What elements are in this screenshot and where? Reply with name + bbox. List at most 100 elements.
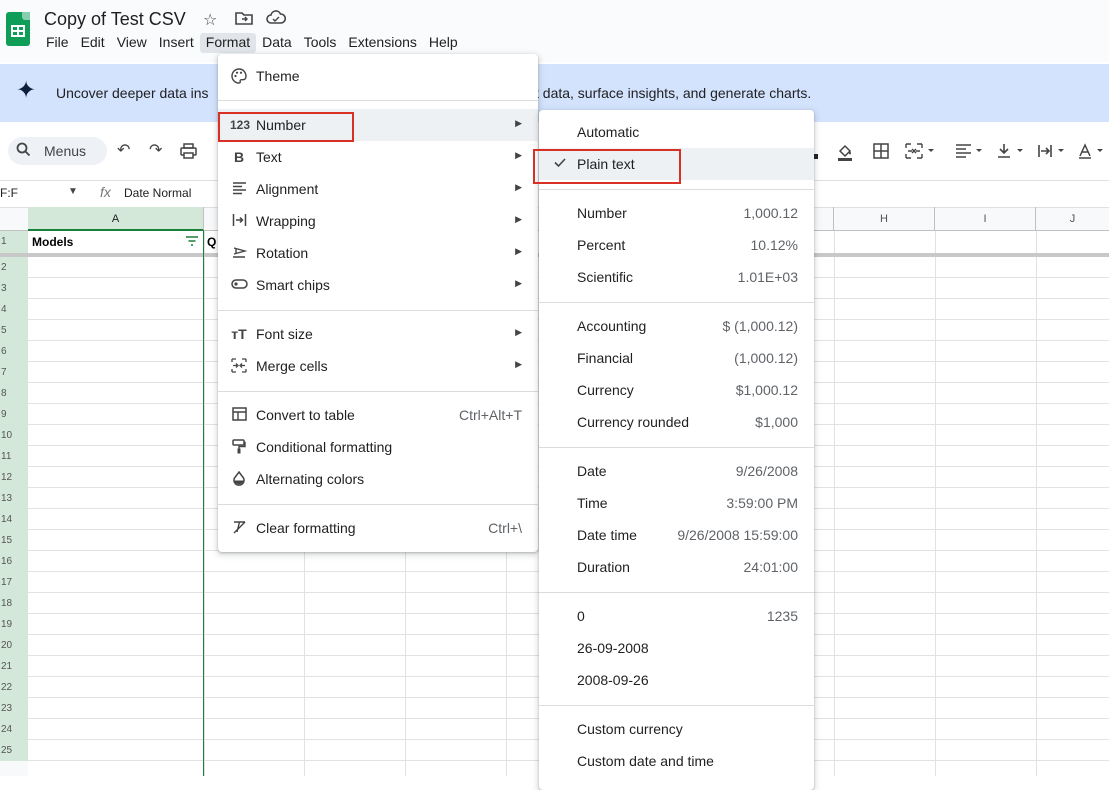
row-header[interactable]: 17 bbox=[0, 572, 28, 593]
menu-data[interactable]: Data bbox=[256, 33, 298, 53]
number-format-duration[interactable]: Duration 24:01:00 bbox=[539, 551, 814, 583]
redo-icon[interactable]: ↷ bbox=[149, 143, 162, 159]
cell-a1[interactable]: Models bbox=[32, 235, 73, 249]
row-header[interactable]: 21 bbox=[0, 656, 28, 677]
row-header[interactable]: 12 bbox=[0, 467, 28, 488]
number-format-custom-currency[interactable]: Custom currency bbox=[539, 713, 814, 745]
number-format-custom-dd-mm-yyyy[interactable]: 26-09-2008 bbox=[539, 632, 814, 664]
menu-help[interactable]: Help bbox=[423, 33, 464, 53]
row-header[interactable]: 5 bbox=[0, 320, 28, 341]
smart-chip-icon bbox=[230, 277, 248, 294]
format-menu-font-size[interactable]: ᴛT Font size ▶ bbox=[218, 318, 538, 350]
row-header[interactable]: 8 bbox=[0, 383, 28, 404]
print-icon[interactable] bbox=[180, 143, 197, 163]
number-format-scientific[interactable]: Scientific 1.01E+03 bbox=[539, 261, 814, 293]
paint-roller-icon bbox=[230, 439, 248, 457]
menu-view[interactable]: View bbox=[111, 33, 153, 53]
sheets-logo-icon[interactable] bbox=[6, 12, 30, 46]
submenu-arrow-icon: ▶ bbox=[515, 118, 522, 128]
separator bbox=[218, 310, 538, 311]
clear-format-icon bbox=[230, 520, 248, 537]
format-menu-rotation[interactable]: Rotation ▶ bbox=[218, 237, 538, 269]
borders-icon[interactable] bbox=[873, 143, 889, 163]
vertical-align-icon[interactable] bbox=[996, 143, 1026, 163]
row-header[interactable]: 22 bbox=[0, 677, 28, 698]
row-header[interactable]: 23 bbox=[0, 698, 28, 719]
format-menu-merge-cells[interactable]: Merge cells ▶ bbox=[218, 350, 538, 382]
number-format-currency[interactable]: Currency $1,000.12 bbox=[539, 374, 814, 406]
menu-extensions[interactable]: Extensions bbox=[342, 33, 422, 53]
row-header[interactable]: 24 bbox=[0, 719, 28, 740]
row-header[interactable]: 10 bbox=[0, 425, 28, 446]
name-box-dropdown-icon[interactable]: ▼ bbox=[68, 186, 78, 197]
row-header[interactable]: 19 bbox=[0, 614, 28, 635]
row-header[interactable]: 18 bbox=[0, 593, 28, 614]
row-header[interactable]: 1 bbox=[0, 231, 28, 253]
number-format-automatic[interactable]: Automatic bbox=[539, 116, 814, 148]
menu-tools[interactable]: Tools bbox=[298, 33, 343, 53]
number-format-custom-yyyy-mm-dd[interactable]: 2008-09-26 bbox=[539, 664, 814, 696]
format-menu-smart-chips[interactable]: Smart chips ▶ bbox=[218, 269, 538, 301]
merge-cells-icon[interactable] bbox=[905, 143, 935, 163]
row-header[interactable]: 25 bbox=[0, 740, 28, 761]
number-format-number[interactable]: Number 1,000.12 bbox=[539, 197, 814, 229]
format-menu-wrapping[interactable]: Wrapping ▶ bbox=[218, 205, 538, 237]
text-wrapping-icon[interactable] bbox=[1037, 143, 1067, 163]
menu-format[interactable]: Format bbox=[199, 33, 257, 53]
format-menu-theme[interactable]: Theme bbox=[218, 60, 538, 92]
formula-input[interactable]: Date Normal bbox=[124, 186, 191, 200]
column-header-j[interactable]: J bbox=[1036, 207, 1109, 231]
separator bbox=[218, 391, 538, 392]
row-header[interactable]: 3 bbox=[0, 278, 28, 299]
cell-b1[interactable]: Q bbox=[207, 235, 216, 249]
fill-color-icon[interactable] bbox=[836, 143, 854, 165]
number-format-percent[interactable]: Percent 10.12% bbox=[539, 229, 814, 261]
format-menu-clear-formatting[interactable]: Clear formatting Ctrl+\ bbox=[218, 512, 538, 544]
menu-file[interactable]: File bbox=[40, 33, 75, 53]
menu-insert[interactable]: Insert bbox=[153, 33, 200, 53]
row-header[interactable]: 4 bbox=[0, 299, 28, 320]
format-menu-alternating-colors[interactable]: Alternating colors bbox=[218, 463, 538, 495]
row-header[interactable]: 20 bbox=[0, 635, 28, 656]
row-header[interactable]: 6 bbox=[0, 341, 28, 362]
move-folder-icon[interactable] bbox=[235, 10, 253, 31]
column-a-selection bbox=[28, 231, 204, 776]
row-header[interactable]: 15 bbox=[0, 530, 28, 551]
undo-icon[interactable]: ↶ bbox=[117, 143, 130, 159]
menu-bar: File Edit View Insert Format Data Tools … bbox=[40, 33, 464, 53]
cloud-status-icon[interactable] bbox=[266, 10, 287, 31]
row-header[interactable]: 11 bbox=[0, 446, 28, 467]
number-format-date[interactable]: Date 9/26/2008 bbox=[539, 455, 814, 487]
number-format-currency-rounded[interactable]: Currency rounded $1,000 bbox=[539, 406, 814, 438]
number-format-custom-0[interactable]: 0 1235 bbox=[539, 600, 814, 632]
format-menu-conditional-formatting[interactable]: Conditional formatting bbox=[218, 431, 538, 463]
column-gridline bbox=[834, 231, 835, 776]
row-header[interactable]: 2 bbox=[0, 257, 28, 278]
format-menu-convert-to-table[interactable]: Convert to table Ctrl+Alt+T bbox=[218, 399, 538, 431]
row-header[interactable]: 9 bbox=[0, 404, 28, 425]
column-header-g-partial[interactable] bbox=[814, 207, 834, 231]
star-icon[interactable]: ☆ bbox=[203, 10, 217, 30]
column-header-h[interactable]: H bbox=[834, 207, 935, 231]
row-header[interactable]: 14 bbox=[0, 509, 28, 530]
row-header[interactable]: 7 bbox=[0, 362, 28, 383]
banner-text-left: Uncover deeper data ins bbox=[56, 85, 209, 101]
format-menu-alignment[interactable]: Alignment ▶ bbox=[218, 173, 538, 205]
name-box[interactable]: F:F bbox=[0, 186, 18, 200]
number-format-financial[interactable]: Financial (1,000.12) bbox=[539, 342, 814, 374]
menu-edit[interactable]: Edit bbox=[75, 33, 111, 53]
filter-icon[interactable] bbox=[186, 236, 198, 249]
column-header-a[interactable]: A bbox=[28, 207, 204, 231]
row-header[interactable]: 13 bbox=[0, 488, 28, 509]
format-menu-text[interactable]: B Text ▶ bbox=[218, 141, 538, 173]
horizontal-align-icon[interactable] bbox=[955, 143, 985, 163]
row-header[interactable]: 16 bbox=[0, 551, 28, 572]
document-title[interactable]: Copy of Test CSV bbox=[44, 9, 186, 30]
number-format-custom-date-time[interactable]: Custom date and time bbox=[539, 745, 814, 777]
column-gridline bbox=[1036, 231, 1037, 776]
number-format-date-time[interactable]: Date time 9/26/2008 15:59:00 bbox=[539, 519, 814, 551]
column-header-i[interactable]: I bbox=[935, 207, 1036, 231]
number-format-time[interactable]: Time 3:59:00 PM bbox=[539, 487, 814, 519]
text-rotation-icon[interactable] bbox=[1078, 143, 1108, 163]
number-format-accounting[interactable]: Accounting $ (1,000.12) bbox=[539, 310, 814, 342]
